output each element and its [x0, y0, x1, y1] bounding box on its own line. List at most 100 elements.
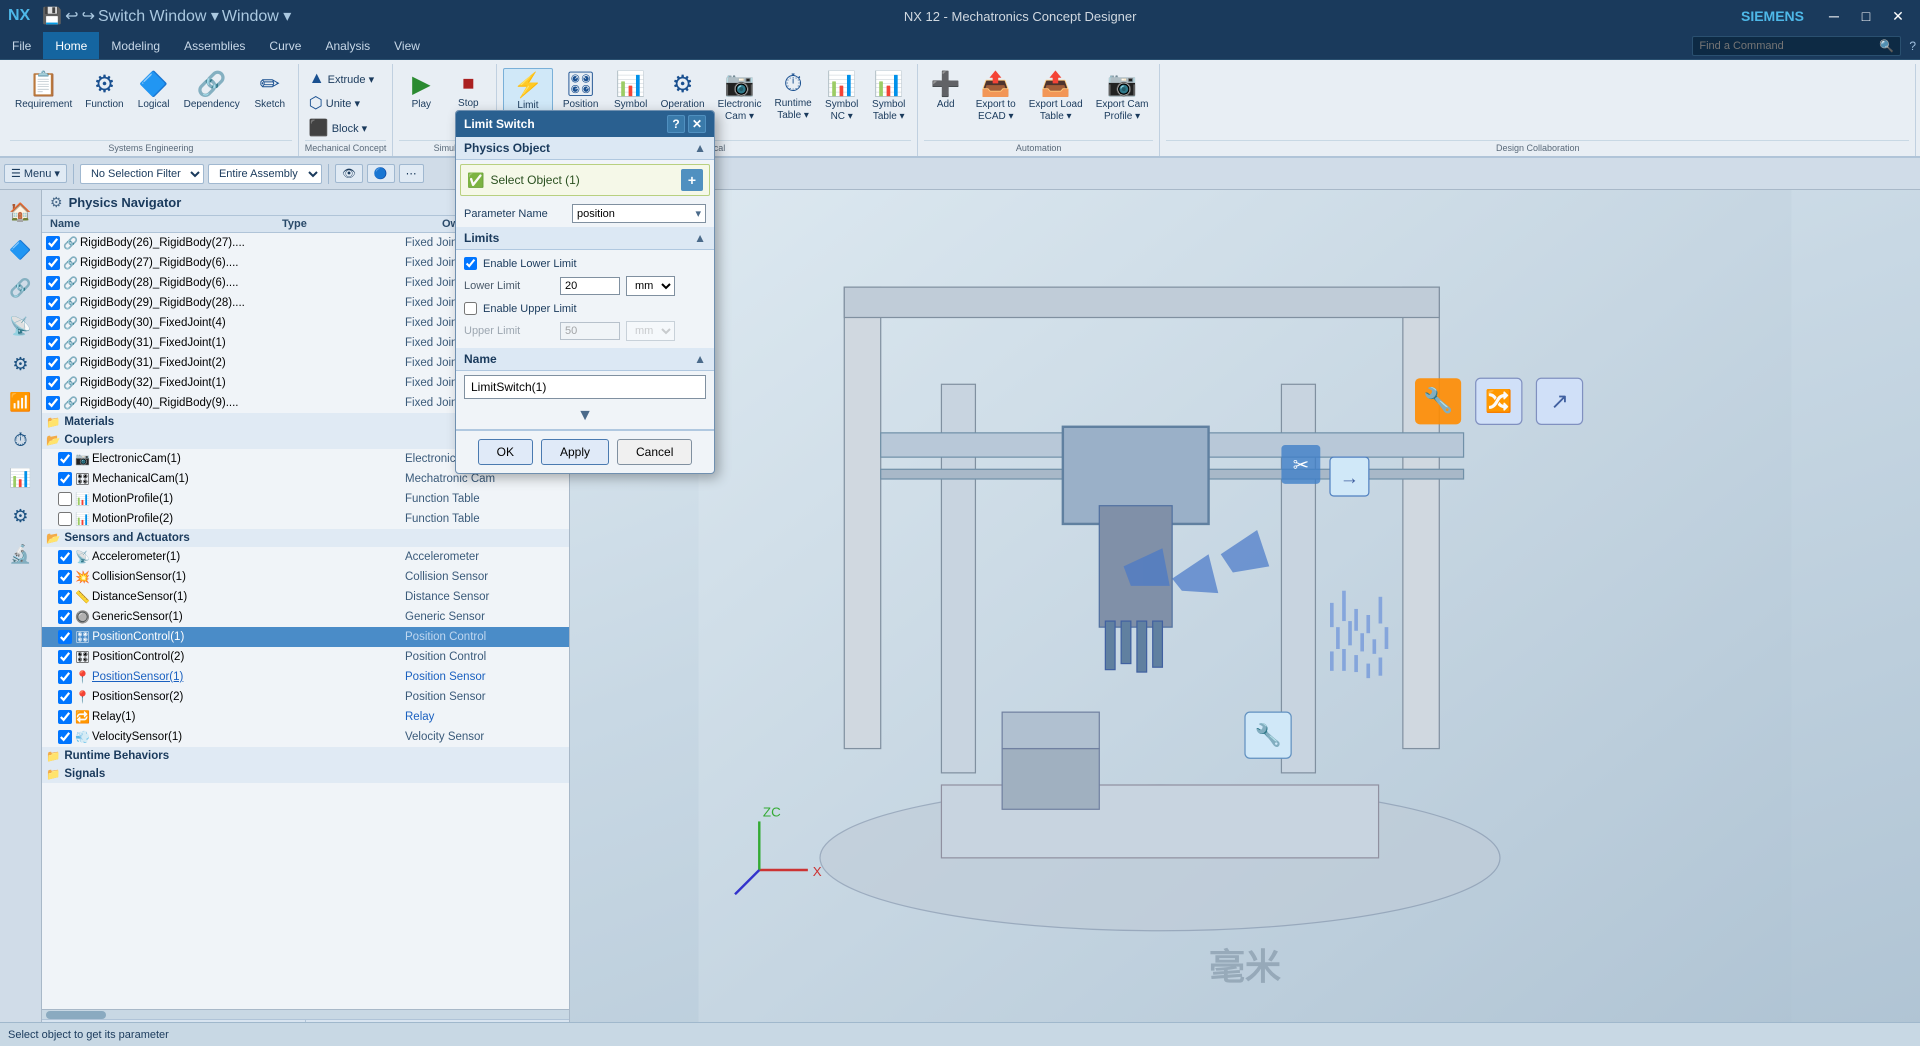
- logical-button[interactable]: 🔷 Logical: [132, 68, 176, 113]
- symbol-table2-btn[interactable]: 📊 SymbolTable ▾: [867, 68, 911, 125]
- selection-filter-select[interactable]: No Selection Filter: [80, 164, 204, 184]
- sensor-checkbox-1[interactable]: [58, 550, 72, 564]
- runtime-table-btn[interactable]: ⏱ RuntimeTable ▾: [769, 68, 816, 124]
- assembly-filter-select[interactable]: Entire Assembly: [208, 164, 322, 184]
- operation-ribbon-btn[interactable]: ⚙ Operation: [656, 68, 710, 113]
- dialog-collapse-btn[interactable]: ▼: [577, 407, 593, 425]
- tree-row[interactable]: 💨 VelocitySensor(1) Velocity Sensor: [42, 727, 569, 747]
- coupler-checkbox-3[interactable]: [58, 492, 72, 506]
- menu-dropdown-btn[interactable]: ☰ Menu ▾: [4, 164, 67, 183]
- close-button[interactable]: ✕: [1884, 6, 1912, 26]
- minimize-button[interactable]: ─: [1820, 6, 1848, 26]
- menu-file[interactable]: File: [0, 32, 43, 59]
- menu-home[interactable]: Home: [43, 32, 99, 59]
- export-cam-profile-btn[interactable]: 📷 Export CamProfile ▾: [1091, 68, 1154, 125]
- command-search-input[interactable]: [1699, 40, 1879, 52]
- menu-view[interactable]: View: [382, 32, 432, 59]
- switch-window-btn[interactable]: Switch Window ▾: [98, 6, 219, 26]
- section-sensors-actuators[interactable]: 📂 Sensors and Actuators: [42, 529, 569, 547]
- coupler-checkbox-1[interactable]: [58, 452, 72, 466]
- sensor-checkbox-2[interactable]: [58, 570, 72, 584]
- apply-button[interactable]: Apply: [541, 439, 609, 465]
- sidebar-couplers-icon[interactable]: ⚙: [3, 346, 39, 382]
- nav-scroll-thumb[interactable]: [46, 1011, 106, 1019]
- play-button[interactable]: ▶ Play: [399, 68, 443, 113]
- section-signals[interactable]: 📁 Signals: [42, 765, 569, 783]
- coupler-checkbox-2[interactable]: [58, 472, 72, 486]
- tree-row[interactable]: 📏 DistanceSensor(1) Distance Sensor: [42, 587, 569, 607]
- tree-row-selected[interactable]: 🎛 PositionControl(1) Position Control: [42, 627, 569, 647]
- sensor-checkbox-10[interactable]: [58, 730, 72, 744]
- dependency-button[interactable]: 🔗 Dependency: [179, 68, 245, 113]
- tree-row[interactable]: 📊 MotionProfile(2) Function Table: [42, 509, 569, 529]
- tree-row[interactable]: 📍 PositionSensor(1) Position Sensor: [42, 667, 569, 687]
- add-button[interactable]: ➕ Add: [924, 68, 968, 113]
- block-button[interactable]: ⬛ Block ▾: [305, 116, 378, 140]
- lower-unit-select[interactable]: mm: [626, 276, 675, 296]
- tree-row[interactable]: 📡 Accelerometer(1) Accelerometer: [42, 547, 569, 567]
- tree-row[interactable]: 💥 CollisionSensor(1) Collision Sensor: [42, 567, 569, 587]
- more-tools-btn[interactable]: ⋯: [399, 164, 424, 183]
- parameter-name-select[interactable]: position ▾: [572, 204, 706, 223]
- extrude-button[interactable]: ▲ Extrude ▾: [305, 68, 378, 90]
- sidebar-runtime-icon[interactable]: ⏱: [3, 422, 39, 458]
- enable-lower-limit-checkbox[interactable]: [464, 257, 477, 270]
- sidebar-sensors-icon[interactable]: 📡: [3, 308, 39, 344]
- sensor-checkbox-3[interactable]: [58, 590, 72, 604]
- sidebar-analysis-icon[interactable]: 🔬: [3, 536, 39, 572]
- window-btn[interactable]: Window ▾: [222, 6, 291, 26]
- function-button[interactable]: ⚙ Function: [80, 68, 128, 113]
- sensor-checkbox-7[interactable]: [58, 670, 72, 684]
- ok-button[interactable]: OK: [478, 439, 533, 465]
- nav-settings-icon[interactable]: ⚙: [50, 194, 63, 211]
- row-checkbox-2[interactable]: [46, 256, 60, 270]
- sidebar-settings-icon[interactable]: ⚙: [3, 498, 39, 534]
- limits-toggle[interactable]: ▲: [694, 231, 706, 245]
- row-checkbox-8[interactable]: [46, 376, 60, 390]
- menu-modeling[interactable]: Modeling: [99, 32, 172, 59]
- sensor-checkbox-4[interactable]: [58, 610, 72, 624]
- sketch-button[interactable]: ✏ Sketch: [248, 68, 292, 113]
- menu-analysis[interactable]: Analysis: [313, 32, 382, 59]
- row-checkbox-7[interactable]: [46, 356, 60, 370]
- menu-assemblies[interactable]: Assemblies: [172, 32, 257, 59]
- row-checkbox-3[interactable]: [46, 276, 60, 290]
- enable-upper-limit-checkbox[interactable]: [464, 302, 477, 315]
- export-load-table-btn[interactable]: 📤 Export LoadTable ▾: [1024, 68, 1088, 125]
- tree-row[interactable]: 🎛 PositionControl(2) Position Control: [42, 647, 569, 667]
- name-input[interactable]: [464, 375, 706, 399]
- sensor-checkbox-6[interactable]: [58, 650, 72, 664]
- dialog-help-btn[interactable]: ?: [667, 115, 685, 133]
- stop-button[interactable]: ⏹ Stop: [446, 68, 490, 112]
- menu-curve[interactable]: Curve: [257, 32, 313, 59]
- row-checkbox-4[interactable]: [46, 296, 60, 310]
- tree-row[interactable]: 📍 PositionSensor(2) Position Sensor: [42, 687, 569, 707]
- sidebar-bodies-icon[interactable]: 🔷: [3, 232, 39, 268]
- upper-limit-input[interactable]: [560, 322, 620, 340]
- physics-object-toggle[interactable]: ▲: [694, 141, 706, 155]
- unite-button[interactable]: ⬡ Unite ▾: [305, 91, 378, 115]
- viewport[interactable]: 🔧 🔀 ↗ ✂ → 🔧 X ZC 毫米: [570, 190, 1920, 1040]
- tree-row[interactable]: 🔘 GenericSensor(1) Generic Sensor: [42, 607, 569, 627]
- row-checkbox-6[interactable]: [46, 336, 60, 350]
- export-ecad-btn[interactable]: 📤 Export toECAD ▾: [971, 68, 1021, 125]
- requirement-button[interactable]: 📋 Requirement: [10, 68, 77, 113]
- tree-row[interactable]: 🔁 Relay(1) Relay: [42, 707, 569, 727]
- snap-btn[interactable]: 🔵: [367, 164, 395, 183]
- row-checkbox-5[interactable]: [46, 316, 60, 330]
- maximize-button[interactable]: □: [1852, 6, 1880, 26]
- row-checkbox-9[interactable]: [46, 396, 60, 410]
- symbol-nc-btn[interactable]: 📊 SymbolNC ▾: [820, 68, 864, 125]
- name-toggle[interactable]: ▲: [694, 352, 706, 366]
- sensor-checkbox-8[interactable]: [58, 690, 72, 704]
- electronic-cam-ribbon-btn[interactable]: 📷 ElectronicCam ▾: [713, 68, 767, 125]
- physics-obj-add-btn[interactable]: +: [681, 169, 703, 191]
- save-icon[interactable]: 💾: [42, 6, 62, 26]
- lower-limit-input[interactable]: [560, 277, 620, 295]
- sensor-checkbox-5[interactable]: [58, 630, 72, 644]
- help-icon[interactable]: ?: [1909, 39, 1916, 53]
- sidebar-chart-icon[interactable]: 📊: [3, 460, 39, 496]
- sidebar-joints-icon[interactable]: 🔗: [3, 270, 39, 306]
- upper-unit-select[interactable]: mm: [626, 321, 675, 341]
- cancel-button[interactable]: Cancel: [617, 439, 692, 465]
